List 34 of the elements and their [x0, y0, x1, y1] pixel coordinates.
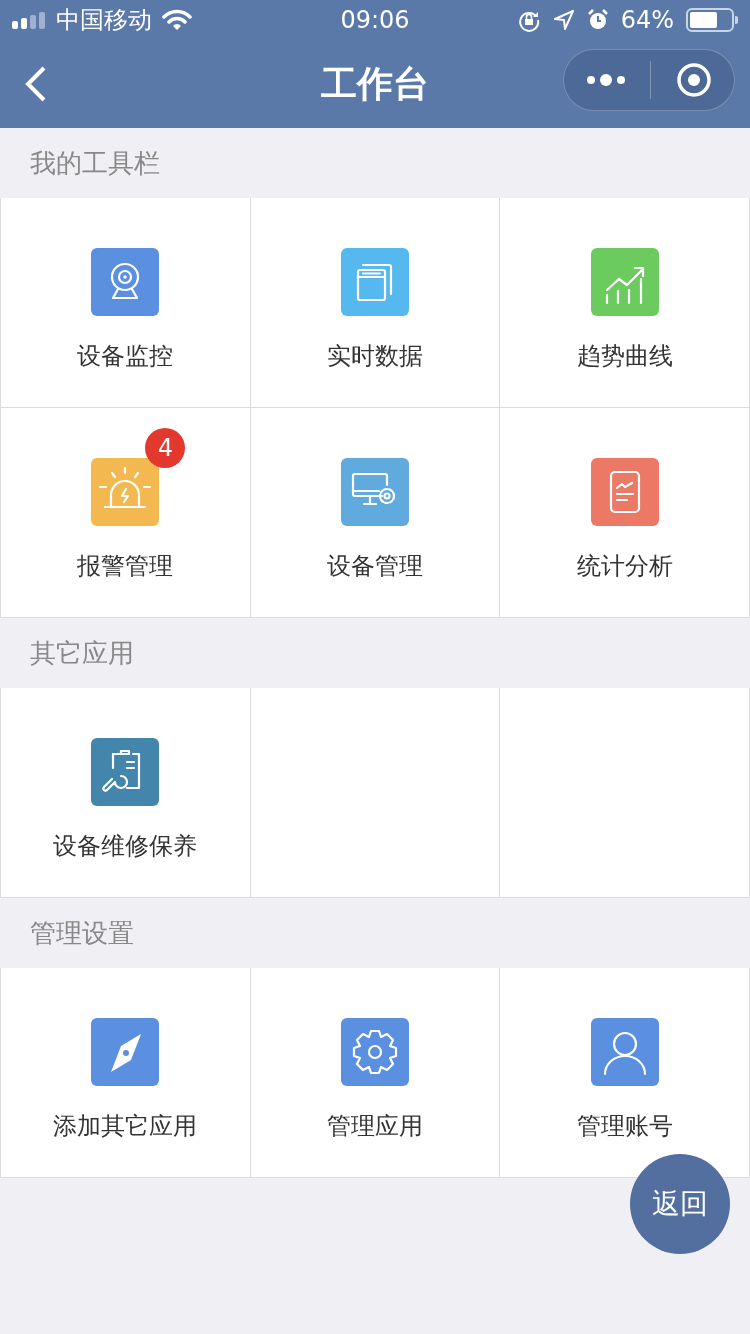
app-tile[interactable]: 设备管理: [250, 408, 501, 618]
tile-label: 统计分析: [576, 551, 673, 582]
page-title: 工作台: [321, 61, 429, 106]
section-heading: 其它应用: [30, 636, 134, 670]
more-icon[interactable]: [586, 73, 627, 87]
tile-label: 管理应用: [327, 1111, 423, 1142]
close-target-icon[interactable]: [675, 62, 712, 98]
tile-label: 设备管理: [327, 551, 423, 582]
tile-label: 添加其它应用: [53, 1111, 198, 1142]
tile-label: 设备维修保养: [53, 831, 198, 862]
wifi-icon: [162, 9, 192, 31]
app-tile[interactable]: 管理应用: [250, 968, 501, 1178]
status-time: 09:06: [340, 6, 410, 34]
notification-badge: 4: [145, 428, 186, 468]
battery-percent: 64%: [620, 6, 674, 34]
tile-label: 设备监控: [77, 341, 174, 372]
app-tile[interactable]: 趋势曲线: [500, 198, 750, 408]
battery-icon: [686, 8, 738, 32]
app-tile[interactable]: 添加其它应用: [1, 968, 251, 1178]
tile-label: 管理账号: [576, 1111, 673, 1142]
section-heading: 我的工具栏: [30, 146, 160, 180]
tile-label: 趋势曲线: [576, 341, 673, 372]
tile-label: 报警管理: [77, 551, 174, 582]
signal-icon: [12, 11, 46, 29]
app-tile[interactable]: 统计分析: [500, 408, 750, 618]
app-tile[interactable]: 实时数据: [250, 198, 501, 408]
location-arrow-icon: [552, 9, 575, 31]
alarm-clock-icon: [586, 9, 609, 31]
app-tile[interactable]: 设备监控: [1, 198, 251, 408]
tile-label: 实时数据: [327, 341, 423, 372]
carrier-name: 中国移动: [56, 5, 152, 36]
return-button[interactable]: 返回: [630, 1154, 730, 1254]
app-tile[interactable]: 4 报警管理: [1, 408, 251, 618]
section-heading: 管理设置: [30, 916, 134, 950]
